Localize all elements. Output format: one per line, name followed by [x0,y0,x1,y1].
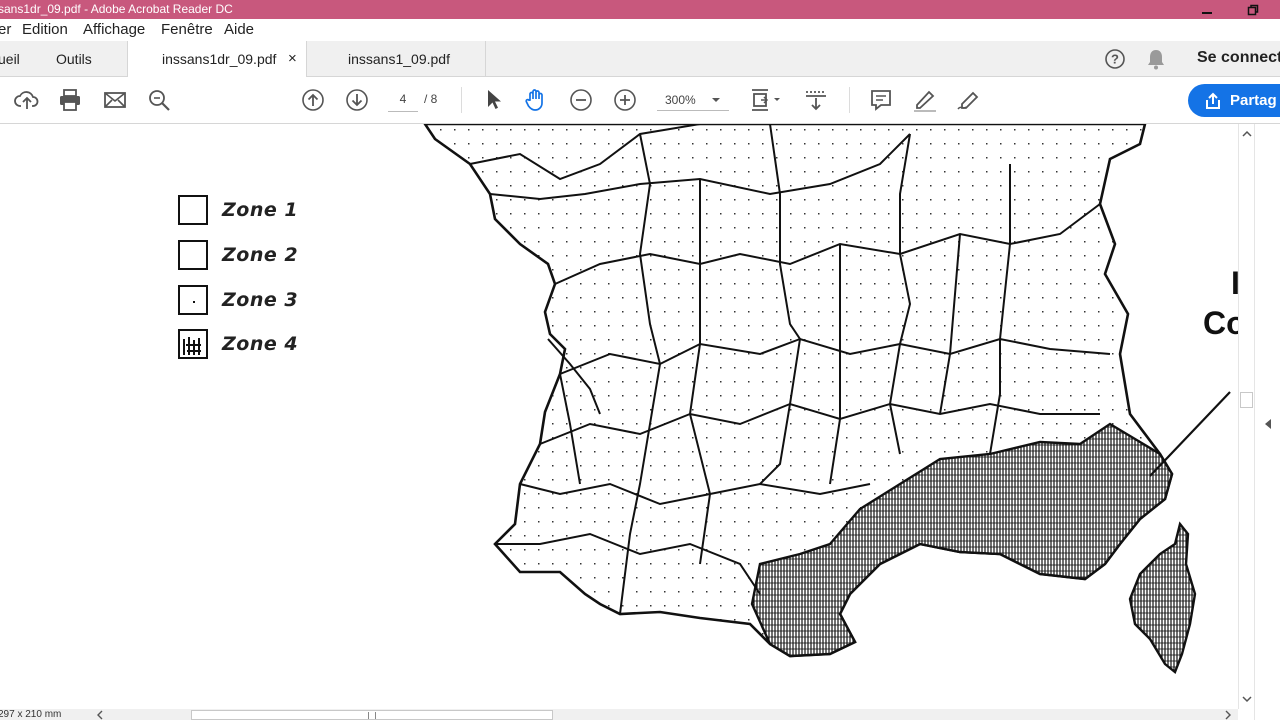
svg-text:?: ? [1111,52,1119,67]
arrow-down-circle-icon [346,89,368,111]
share-button[interactable]: Partag [1188,84,1280,117]
menu-file[interactable]: er [0,21,11,38]
upload-button[interactable] [14,87,40,113]
page-text-fragment: I [1231,265,1238,301]
help-button[interactable]: ? [1104,48,1126,75]
zoom-out-icon [570,89,592,111]
bell-icon [1148,50,1164,70]
previous-page-button[interactable] [300,87,326,113]
chevron-down-icon [712,98,720,102]
menu-bar: er Edition Affichage Fenêtre Aide [0,19,1280,41]
right-panel-toggle[interactable] [1254,124,1280,720]
zoom-in-icon [614,89,636,111]
document-viewport[interactable]: Zone 1 Zone 2 Zone 3 Zone 4 I Co [0,124,1238,709]
zoom-out-button[interactable] [568,87,594,113]
mail-icon [104,92,126,108]
minimize-button[interactable] [1184,0,1230,19]
highlight-button[interactable] [912,87,938,113]
zoom-in-button[interactable] [612,87,638,113]
highlighter-icon [914,90,936,112]
france-zone-map: I Co [423,124,1238,674]
comment-icon [871,90,891,111]
tab-tools[interactable]: Outils [56,41,92,77]
page-layout-icon [752,89,780,111]
page-text-fragment: Co [1203,305,1238,341]
toolbar: 4 / 8 300% Partag [0,77,1280,124]
share-icon [1206,92,1220,109]
scroll-left-icon [97,710,103,720]
menu-fenetre[interactable]: Fenêtre [161,21,213,38]
notifications-button[interactable] [1146,48,1166,75]
arrow-up-circle-icon [302,89,324,111]
page-size-label: 297 x 210 mm [0,709,62,720]
sign-button[interactable] [956,87,982,113]
scroll-mode-icon [806,91,826,111]
scroll-down-icon [1242,696,1252,703]
help-icon: ? [1105,49,1125,69]
menu-edition[interactable]: Edition [22,21,68,38]
comment-button[interactable] [868,87,894,113]
status-bar: 297 x 210 mm [0,709,1238,720]
tab-close-button[interactable]: × [288,41,297,77]
share-label: Partag [1230,92,1277,109]
menu-aide[interactable]: Aide [224,21,254,38]
zoom-select[interactable]: 300% [657,89,729,111]
page-display-button[interactable] [748,87,784,113]
horizontal-scroll-thumb[interactable] [191,710,553,720]
hand-tool-button[interactable] [523,87,549,113]
restore-button[interactable] [1230,0,1276,19]
scroll-up-icon [1242,130,1252,137]
title-bar: sans1dr_09.pdf - Adobe Acrobat Reader DC [0,0,1280,19]
next-page-button[interactable] [344,87,370,113]
toolbar-divider [461,87,462,113]
tab-bar: ueil Outils inssans1dr_09.pdf × inssans1… [0,41,1280,78]
cloud-upload-icon [14,91,39,109]
page-number-input[interactable]: 4 [388,88,418,112]
hand-icon [525,89,543,111]
sign-in-link[interactable]: Se connect [1197,49,1280,67]
cursor-arrow-icon [488,90,501,109]
vertical-scrollbar[interactable] [1238,124,1254,709]
zoom-value: 300% [665,93,696,107]
search-icon [149,90,170,111]
tab-home[interactable]: ueil [0,41,20,77]
scroll-right-icon [1225,710,1231,720]
minimize-icon [1202,11,1212,14]
vertical-scroll-thumb[interactable] [1240,392,1253,408]
email-button[interactable] [102,87,128,113]
page-total: / 8 [424,92,438,106]
scroll-mode-button[interactable] [803,87,829,113]
tab-document-1[interactable]: inssans1dr_09.pdf × [127,41,307,78]
search-button[interactable] [146,87,172,113]
print-button[interactable] [57,87,83,113]
menu-affichage[interactable]: Affichage [83,21,145,38]
print-icon [60,89,80,111]
toolbar-divider [849,87,850,113]
tab-document-1-label: inssans1dr_09.pdf [162,51,277,67]
select-tool-button[interactable] [480,87,506,113]
restore-icon [1247,4,1259,15]
tab-document-2[interactable]: inssans1_09.pdf [308,41,486,77]
tab-document-2-label: inssans1_09.pdf [348,51,450,67]
chevron-left-icon [1265,419,1271,429]
window-title: sans1dr_09.pdf - Adobe Acrobat Reader DC [0,2,233,16]
pen-sign-icon [957,91,979,110]
